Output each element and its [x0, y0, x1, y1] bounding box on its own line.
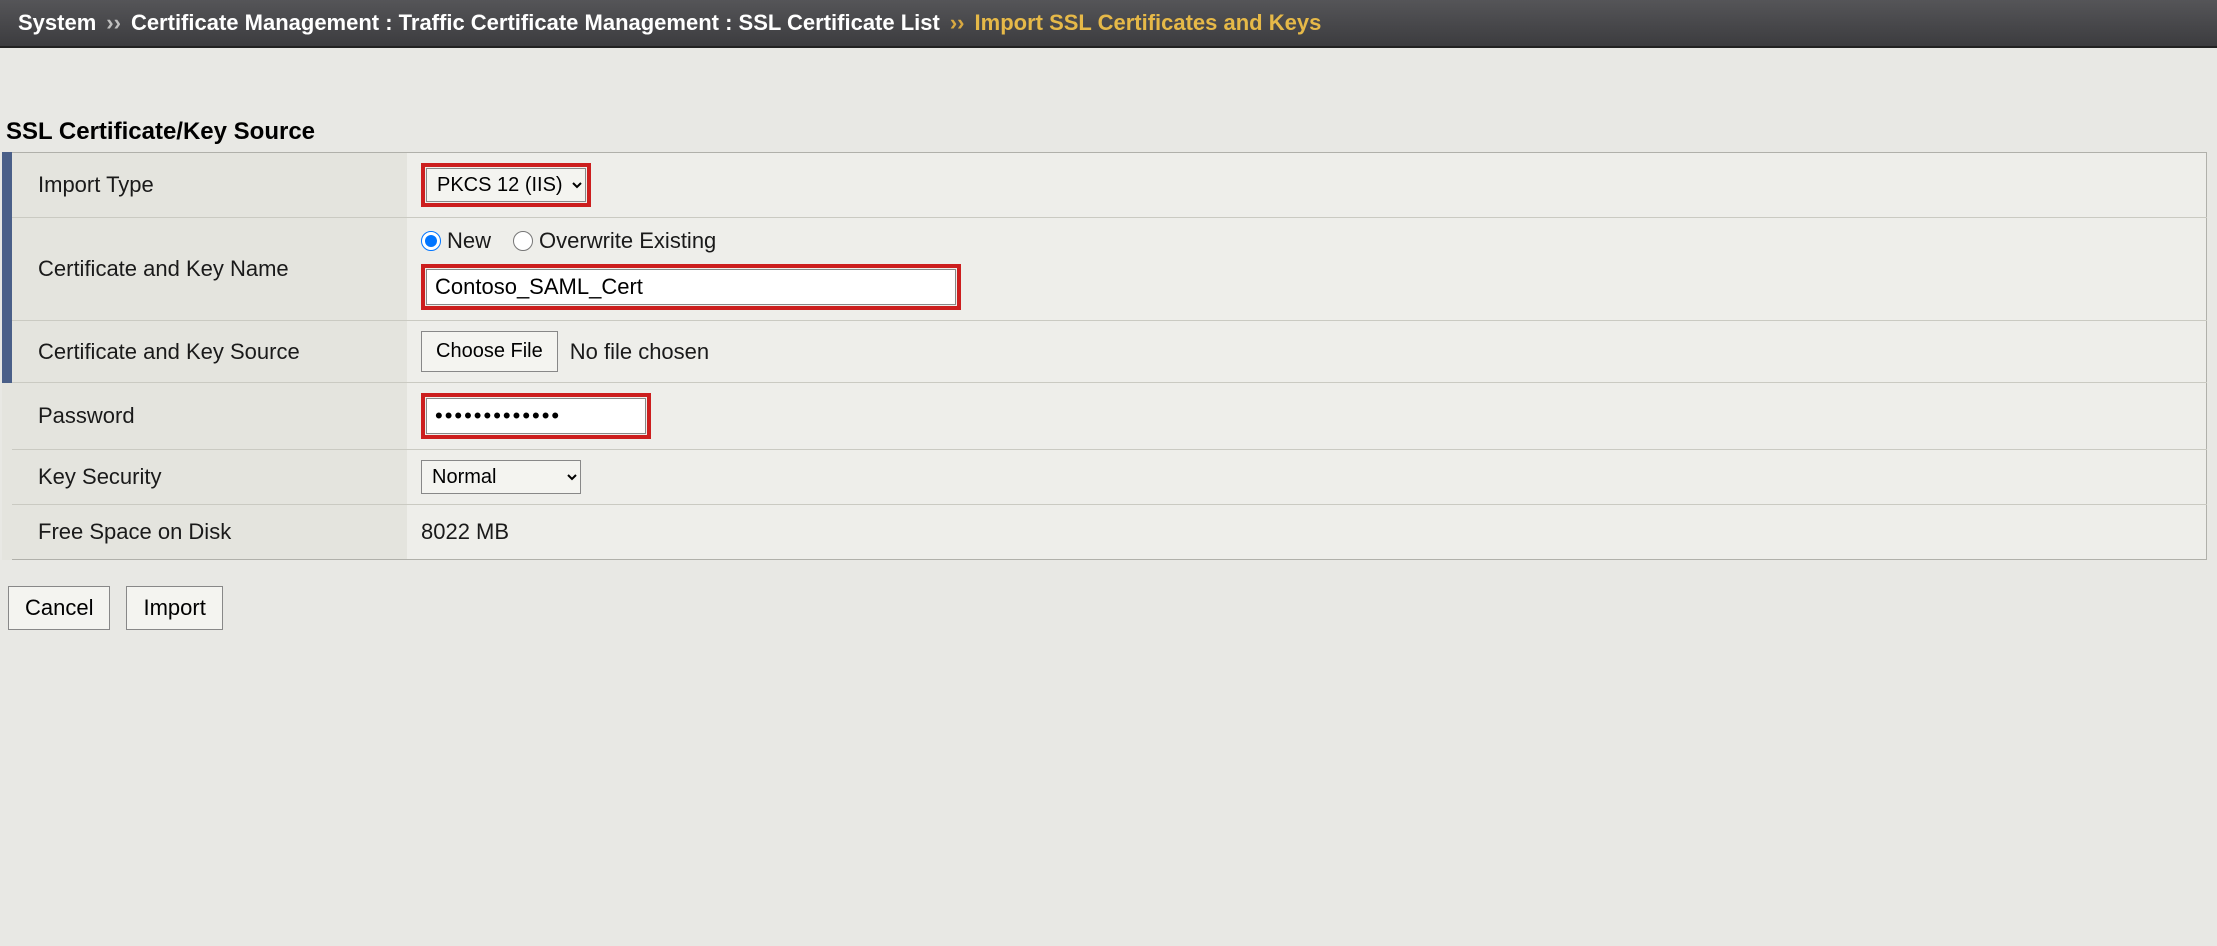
cancel-button[interactable]: Cancel: [8, 586, 110, 630]
row-key-security: Key Security Normal: [7, 450, 2207, 505]
row-import-type: Import Type PKCS 12 (IIS): [7, 153, 2207, 218]
radio-overwrite[interactable]: [513, 231, 533, 251]
breadcrumb: System ›› Certificate Management : Traff…: [0, 0, 2217, 48]
label-cert-key-source: Certificate and Key Source: [7, 321, 407, 383]
section-title: SSL Certificate/Key Source: [2, 118, 2207, 146]
radio-overwrite-label[interactable]: Overwrite Existing: [513, 228, 716, 254]
import-type-select[interactable]: PKCS 12 (IIS): [426, 168, 586, 202]
row-password: Password: [7, 383, 2207, 450]
radio-new-label[interactable]: New: [421, 228, 491, 254]
breadcrumb-separator: ››: [950, 10, 965, 36]
highlight-box: [421, 264, 961, 310]
label-password: Password: [7, 383, 407, 450]
free-space-value: 8022 MB: [407, 505, 2207, 560]
breadcrumb-root[interactable]: System: [18, 10, 96, 36]
radio-overwrite-text: Overwrite Existing: [539, 228, 716, 254]
highlight-box: [421, 393, 651, 439]
key-security-select[interactable]: Normal: [421, 460, 581, 494]
choose-file-button[interactable]: Choose File: [421, 331, 558, 372]
cert-key-name-input[interactable]: [426, 269, 956, 305]
breadcrumb-current: Import SSL Certificates and Keys: [975, 10, 1322, 36]
radio-new[interactable]: [421, 231, 441, 251]
radio-new-text: New: [447, 228, 491, 254]
label-cert-key-name: Certificate and Key Name: [7, 218, 407, 321]
import-button[interactable]: Import: [126, 586, 222, 630]
row-cert-key-source: Certificate and Key Source Choose File N…: [7, 321, 2207, 383]
password-input[interactable]: [426, 398, 646, 434]
highlight-box: PKCS 12 (IIS): [421, 163, 591, 207]
breadcrumb-separator: ››: [106, 10, 121, 36]
row-cert-key-name: Certificate and Key Name New Overwrite E…: [7, 218, 2207, 321]
file-status-text: No file chosen: [570, 339, 709, 365]
label-key-security: Key Security: [7, 450, 407, 505]
label-import-type: Import Type: [7, 153, 407, 218]
breadcrumb-path[interactable]: Certificate Management : Traffic Certifi…: [131, 10, 940, 36]
row-free-space: Free Space on Disk 8022 MB: [7, 505, 2207, 560]
label-free-space: Free Space on Disk: [7, 505, 407, 560]
form-table: Import Type PKCS 12 (IIS) Certificate an…: [2, 152, 2207, 560]
